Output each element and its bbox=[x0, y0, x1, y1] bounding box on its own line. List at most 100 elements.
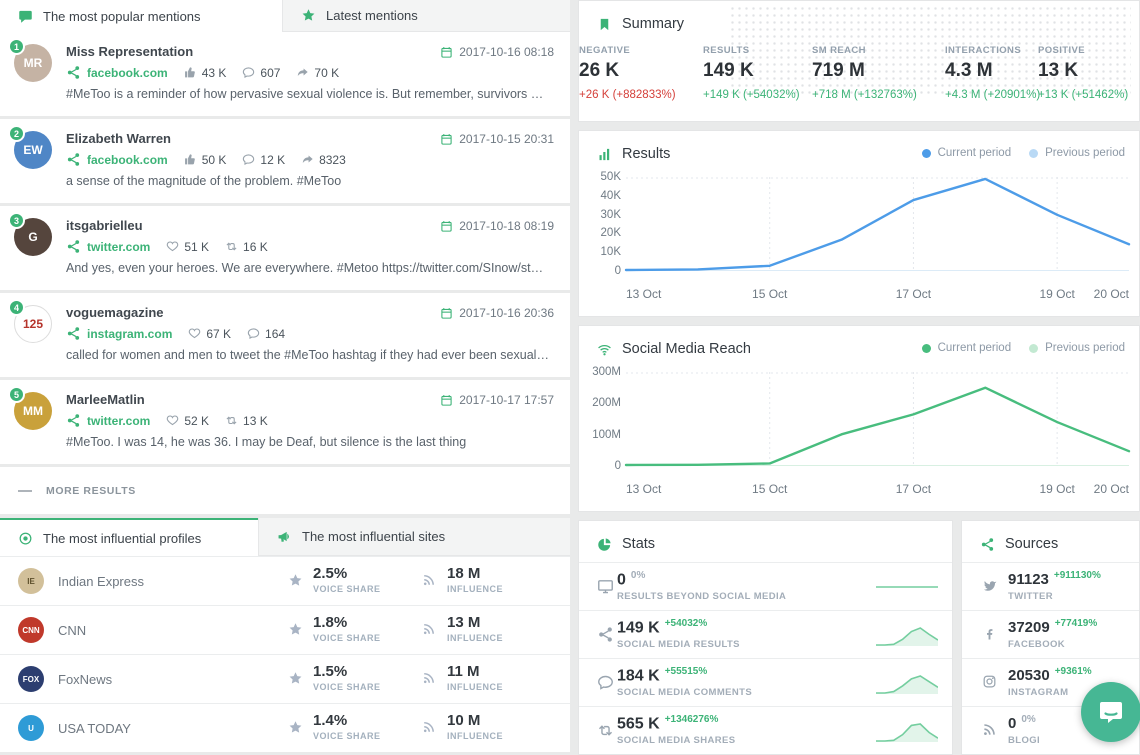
monitor-icon bbox=[597, 578, 614, 595]
share-icon bbox=[66, 152, 81, 167]
mention-meta: facebook.com 43 K 607 70 K bbox=[66, 65, 420, 80]
share-icon bbox=[66, 413, 81, 428]
profile-row[interactable]: U USA TODAY 1.4%VOICE SHARE 10 MINFLUENC… bbox=[0, 703, 570, 752]
mentions-column: The most popular mentions Latest mention… bbox=[0, 0, 570, 755]
mention-card[interactable]: 2 EW 2017-10-15 20:31 Elizabeth Warren f… bbox=[0, 119, 570, 203]
mention-card[interactable]: 5 MM 2017-10-17 17:57 MarleeMatlin twitt… bbox=[0, 380, 570, 464]
voice-share-metric: 2.5%VOICE SHARE bbox=[313, 565, 381, 594]
profile-row[interactable]: IE Indian Express 2.5%VOICE SHARE 18 MIN… bbox=[0, 556, 570, 605]
share-icon bbox=[597, 626, 614, 643]
chat-widget-button[interactable] bbox=[1081, 682, 1140, 742]
mention-stat: 51 K bbox=[166, 240, 209, 254]
profile-name: CNN bbox=[58, 623, 86, 638]
summary-stat-negative: NEGATIVE 26 K +26 K (+882833%) bbox=[579, 45, 676, 101]
mention-text: #MeToo is a reminder of how pervasive se… bbox=[66, 87, 550, 101]
mention-stat: 67 K bbox=[188, 327, 231, 341]
source-link[interactable]: twitter.com bbox=[66, 413, 150, 428]
profile-row[interactable]: CNN CNN 1.8%VOICE SHARE 13 MINFLUENCE bbox=[0, 605, 570, 654]
mention-meta: instagram.com 67 K 164 bbox=[66, 326, 420, 341]
facebook-icon bbox=[982, 626, 997, 641]
minus-icon bbox=[18, 490, 32, 492]
tab-label: The most influential sites bbox=[302, 529, 445, 544]
stats-row-sm-results: 149 K+54032% SOCIAL MEDIA RESULTS bbox=[579, 610, 952, 658]
mention-stat: 164 bbox=[247, 327, 285, 341]
rss-icon bbox=[422, 671, 436, 685]
profile-row[interactable]: FOX FoxNews 1.5%VOICE SHARE 11 MINFLUENC… bbox=[0, 654, 570, 703]
mention-meta: twitter.com 52 K 13 K bbox=[66, 413, 420, 428]
profile-name: FoxNews bbox=[58, 672, 112, 687]
influence-metric: 13 MINFLUENCE bbox=[447, 614, 503, 643]
stat-icon bbox=[184, 66, 197, 79]
reach-line bbox=[626, 372, 1129, 466]
stat-icon bbox=[166, 240, 179, 253]
star-icon bbox=[288, 720, 303, 735]
tab-label: Latest mentions bbox=[326, 8, 418, 23]
plot-area bbox=[626, 372, 1129, 466]
share-icon bbox=[66, 326, 81, 341]
plot-area bbox=[626, 177, 1129, 271]
rank-badge: 5 bbox=[8, 386, 25, 403]
rss-icon bbox=[422, 573, 436, 587]
mention-stat: 12 K bbox=[242, 153, 285, 167]
stat-icon bbox=[242, 153, 255, 166]
tab-influential-sites[interactable]: The most influential sites bbox=[258, 518, 570, 556]
retweet-icon bbox=[597, 722, 614, 739]
mentions-tabs: The most popular mentions Latest mention… bbox=[0, 0, 570, 32]
mention-stat: 70 K bbox=[296, 66, 339, 80]
profile-logo: U bbox=[18, 715, 44, 741]
summary-stat-positive: POSITIVE 13 K +13 K (+51462%) bbox=[1038, 45, 1128, 101]
mention-body: Elizabeth Warren facebook.com 50 K 12 K bbox=[66, 119, 570, 188]
mention-card[interactable]: 4 125 2017-10-16 20:36 voguemagazine ins… bbox=[0, 293, 570, 377]
profile-logo: IE bbox=[18, 568, 44, 594]
rss-icon bbox=[422, 720, 436, 734]
calendar-icon bbox=[440, 46, 453, 59]
calendar-icon bbox=[440, 220, 453, 233]
mention-author: Elizabeth Warren bbox=[66, 131, 420, 146]
voice-share-metric: 1.4%VOICE SHARE bbox=[313, 712, 381, 741]
bookmark-icon bbox=[597, 17, 612, 32]
tab-most-popular-mentions[interactable]: The most popular mentions bbox=[0, 0, 282, 32]
mention-card[interactable]: 3 G 2017-10-18 08:19 itsgabrielleu twitt… bbox=[0, 206, 570, 290]
share-icon bbox=[66, 239, 81, 254]
stats-row-sm-comments: 184 K+55515% SOCIAL MEDIA COMMENTS bbox=[579, 658, 952, 706]
tab-influential-profiles[interactable]: The most influential profiles bbox=[0, 518, 258, 556]
sparkline bbox=[876, 623, 938, 647]
mention-date: 2017-10-17 17:57 bbox=[440, 393, 554, 407]
mention-text: #MeToo. I was 14, he was 36. I may be De… bbox=[66, 435, 550, 449]
profile-logo: CNN bbox=[18, 617, 44, 643]
stats-header: Stats bbox=[579, 521, 952, 562]
mention-body: MarleeMatlin twitter.com 52 K 13 K bbox=[66, 380, 570, 449]
mention-card[interactable]: 1 MR 2017-10-16 08:18 Miss Representatio… bbox=[0, 32, 570, 116]
source-link[interactable]: twitter.com bbox=[66, 239, 150, 254]
panel-title: Stats bbox=[622, 536, 655, 552]
chat-smile-icon bbox=[1097, 698, 1125, 726]
share-icon bbox=[66, 65, 81, 80]
stat-icon bbox=[301, 153, 314, 166]
mention-stat: 43 K bbox=[184, 66, 227, 80]
tab-latest-mentions[interactable]: Latest mentions bbox=[282, 0, 570, 32]
mention-date: 2017-10-16 20:36 bbox=[440, 306, 554, 320]
instagram-icon bbox=[982, 674, 997, 689]
source-link[interactable]: facebook.com bbox=[66, 65, 168, 80]
chat-bubble-icon bbox=[18, 9, 33, 24]
megaphone-icon bbox=[277, 529, 292, 544]
voice-share-metric: 1.8%VOICE SHARE bbox=[313, 614, 381, 643]
influence-metric: 10 MINFLUENCE bbox=[447, 712, 503, 741]
y-axis: 50K40K30K20K10K0 bbox=[587, 177, 621, 271]
results-line-chart: 50K40K30K20K10K0 13 Oct15 Oct17 Oct19 Oc… bbox=[579, 131, 1139, 316]
mention-stat: 13 K bbox=[225, 414, 268, 428]
source-link[interactable]: instagram.com bbox=[66, 326, 172, 341]
more-results-button[interactable]: MORE RESULTS bbox=[0, 467, 570, 514]
stat-icon bbox=[166, 414, 179, 427]
calendar-icon bbox=[440, 133, 453, 146]
star-icon bbox=[288, 671, 303, 686]
source-link[interactable]: facebook.com bbox=[66, 152, 168, 167]
mention-date: 2017-10-16 08:18 bbox=[440, 45, 554, 59]
dashboard: The most popular mentions Latest mention… bbox=[0, 0, 1140, 755]
rss-icon bbox=[422, 622, 436, 636]
stats-row-beyond-social: 00% RESULTS BEYOND SOCIAL MEDIA bbox=[579, 562, 952, 610]
rss-icon bbox=[982, 722, 997, 737]
influential-tabs: The most influential profiles The most i… bbox=[0, 518, 570, 556]
sparkline bbox=[876, 671, 938, 695]
comment-icon bbox=[597, 674, 614, 691]
